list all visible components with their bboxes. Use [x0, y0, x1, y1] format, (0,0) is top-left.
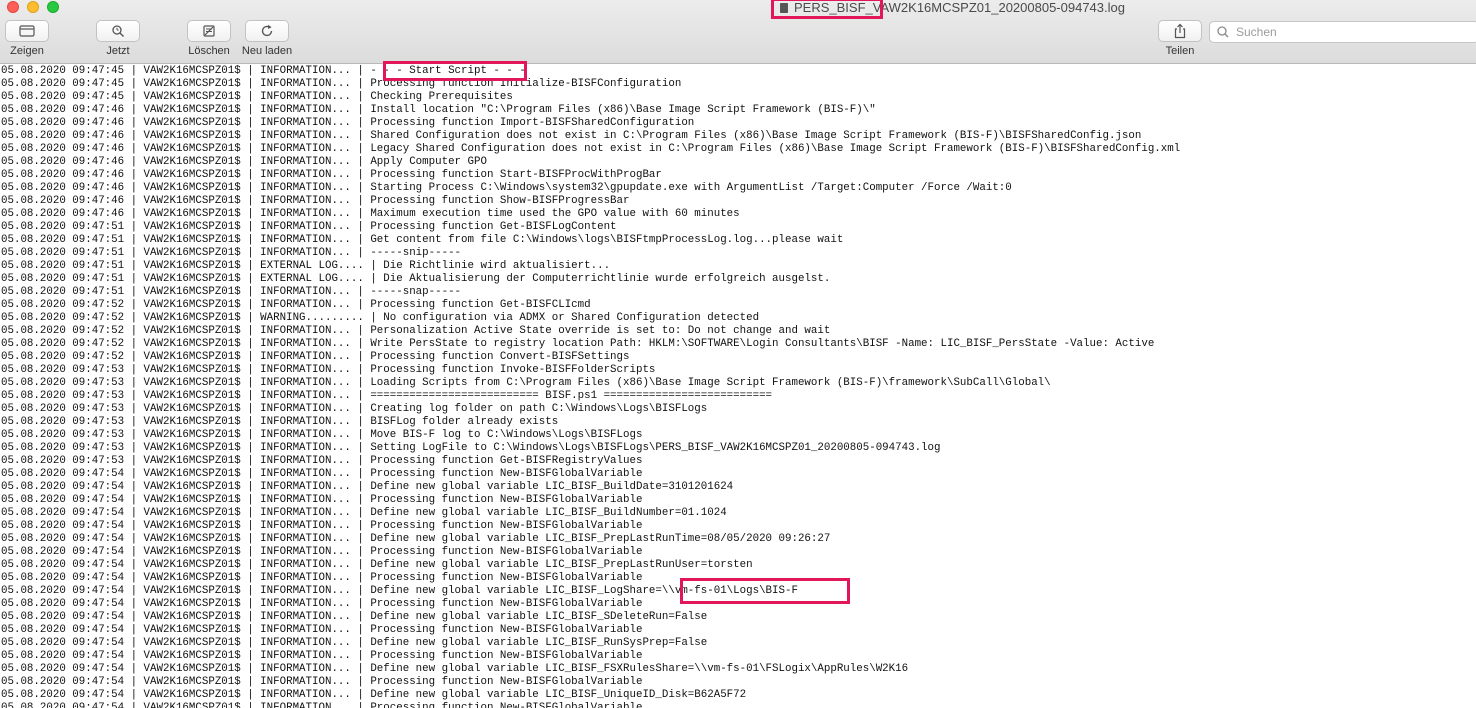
log-line: 05.08.2020 09:47:54 | VAW2K16MCSPZ01$ | …: [1, 611, 708, 623]
log-line: 05.08.2020 09:47:54 | VAW2K16MCSPZ01$ | …: [1, 689, 747, 701]
log-line: 05.08.2020 09:47:46 | VAW2K16MCSPZ01$ | …: [1, 143, 1181, 155]
log-line: 05.08.2020 09:47:46 | VAW2K16MCSPZ01$ | …: [1, 208, 740, 220]
now-button[interactable]: [96, 20, 140, 42]
close-window-icon[interactable]: [7, 1, 19, 13]
reload-label: Neu laden: [241, 45, 293, 57]
log-line: 05.08.2020 09:47:54 | VAW2K16MCSPZ01$ | …: [1, 598, 643, 610]
log-line: 05.08.2020 09:47:51 | VAW2K16MCSPZ01$ | …: [1, 260, 611, 272]
log-line: 05.08.2020 09:47:46 | VAW2K16MCSPZ01$ | …: [1, 130, 1142, 142]
sidebar-icon: [19, 25, 35, 37]
log-line: 05.08.2020 09:47:51 | VAW2K16MCSPZ01$ | …: [1, 286, 462, 298]
clear-log-icon: [203, 25, 215, 37]
log-line: 05.08.2020 09:47:54 | VAW2K16MCSPZ01$ | …: [1, 663, 909, 675]
show-button[interactable]: [5, 20, 49, 42]
minimize-window-icon[interactable]: [27, 1, 39, 13]
log-line: 05.08.2020 09:47:53 | VAW2K16MCSPZ01$ | …: [1, 403, 708, 415]
log-line: 05.08.2020 09:47:52 | VAW2K16MCSPZ01$ | …: [1, 312, 760, 324]
log-line: 05.08.2020 09:47:46 | VAW2K16MCSPZ01$ | …: [1, 195, 630, 207]
log-line: 05.08.2020 09:47:51 | VAW2K16MCSPZ01$ | …: [1, 247, 462, 259]
reload-icon: [261, 24, 273, 37]
zoom-window-icon[interactable]: [47, 1, 59, 13]
log-line: 05.08.2020 09:47:46 | VAW2K16MCSPZ01$ | …: [1, 156, 487, 168]
log-line: 05.08.2020 09:47:52 | VAW2K16MCSPZ01$ | …: [1, 299, 591, 311]
log-line: 05.08.2020 09:47:45 | VAW2K16MCSPZ01$ | …: [1, 78, 682, 90]
log-line: 05.08.2020 09:47:52 | VAW2K16MCSPZ01$ | …: [1, 325, 831, 337]
log-line: 05.08.2020 09:47:46 | VAW2K16MCSPZ01$ | …: [1, 182, 1012, 194]
clear-button[interactable]: [187, 20, 231, 42]
window-title-text: PERS_BISF_VAW2K16MCSPZ01_20200805-094743…: [794, 0, 1125, 15]
document-icon: [780, 3, 788, 13]
log-line: 05.08.2020 09:47:54 | VAW2K16MCSPZ01$ | …: [1, 481, 734, 493]
log-line: 05.08.2020 09:47:46 | VAW2K16MCSPZ01$ | …: [1, 169, 662, 181]
log-line: 05.08.2020 09:47:54 | VAW2K16MCSPZ01$ | …: [1, 702, 643, 708]
log-line: 05.08.2020 09:47:54 | VAW2K16MCSPZ01$ | …: [1, 676, 643, 688]
log-line: 05.08.2020 09:47:51 | VAW2K16MCSPZ01$ | …: [1, 234, 844, 246]
log-line: 05.08.2020 09:47:53 | VAW2K16MCSPZ01$ | …: [1, 442, 941, 454]
log-line: 05.08.2020 09:47:45 | VAW2K16MCSPZ01$ | …: [1, 65, 526, 77]
log-line: 05.08.2020 09:47:46 | VAW2K16MCSPZ01$ | …: [1, 104, 876, 116]
search-icon: [1217, 26, 1229, 38]
log-line: 05.08.2020 09:47:52 | VAW2K16MCSPZ01$ | …: [1, 338, 1155, 350]
log-line: 05.08.2020 09:47:53 | VAW2K16MCSPZ01$ | …: [1, 377, 1051, 389]
share-button[interactable]: [1158, 20, 1202, 42]
log-line: 05.08.2020 09:47:53 | VAW2K16MCSPZ01$ | …: [1, 455, 643, 467]
log-line: 05.08.2020 09:47:53 | VAW2K16MCSPZ01$ | …: [1, 429, 643, 441]
log-line: 05.08.2020 09:47:54 | VAW2K16MCSPZ01$ | …: [1, 507, 727, 519]
show-label: Zeigen: [10, 45, 44, 57]
window-titlebar: PERS_BISF_VAW2K16MCSPZ01_20200805-094743…: [0, 0, 1476, 64]
log-line: 05.08.2020 09:47:54 | VAW2K16MCSPZ01$ | …: [1, 533, 831, 545]
clear-label: Löschen: [188, 45, 230, 57]
share-icon: [1174, 23, 1186, 39]
log-line: 05.08.2020 09:47:54 | VAW2K16MCSPZ01$ | …: [1, 559, 753, 571]
reload-button[interactable]: [245, 20, 289, 42]
log-line: 05.08.2020 09:47:54 | VAW2K16MCSPZ01$ | …: [1, 585, 798, 597]
log-line: 05.08.2020 09:47:45 | VAW2K16MCSPZ01$ | …: [1, 91, 513, 103]
log-line: 05.08.2020 09:47:54 | VAW2K16MCSPZ01$ | …: [1, 468, 643, 480]
log-line: 05.08.2020 09:47:54 | VAW2K16MCSPZ01$ | …: [1, 624, 643, 636]
log-line: 05.08.2020 09:47:51 | VAW2K16MCSPZ01$ | …: [1, 221, 617, 233]
search-now-icon: [112, 25, 124, 37]
now-label: Jetzt: [106, 45, 130, 57]
log-line: 05.08.2020 09:47:54 | VAW2K16MCSPZ01$ | …: [1, 494, 643, 506]
log-content[interactable]: 05.08.2020 09:47:45 | VAW2K16MCSPZ01$ | …: [0, 65, 1476, 708]
log-line: 05.08.2020 09:47:53 | VAW2K16MCSPZ01$ | …: [1, 390, 773, 402]
log-line: 05.08.2020 09:47:51 | VAW2K16MCSPZ01$ | …: [1, 273, 831, 285]
log-line: 05.08.2020 09:47:53 | VAW2K16MCSPZ01$ | …: [1, 416, 559, 428]
log-line: 05.08.2020 09:47:52 | VAW2K16MCSPZ01$ | …: [1, 351, 630, 363]
log-line: 05.08.2020 09:47:54 | VAW2K16MCSPZ01$ | …: [1, 572, 643, 584]
log-line: 05.08.2020 09:47:46 | VAW2K16MCSPZ01$ | …: [1, 117, 695, 129]
search-field[interactable]: [1209, 21, 1476, 43]
log-line: 05.08.2020 09:47:54 | VAW2K16MCSPZ01$ | …: [1, 637, 708, 649]
log-line: 05.08.2020 09:47:54 | VAW2K16MCSPZ01$ | …: [1, 520, 643, 532]
log-line: 05.08.2020 09:47:53 | VAW2K16MCSPZ01$ | …: [1, 364, 656, 376]
share-label: Teilen: [1165, 45, 1195, 57]
search-input[interactable]: [1232, 25, 1472, 39]
window-title: PERS_BISF_VAW2K16MCSPZ01_20200805-094743…: [780, 0, 1125, 16]
log-line: 05.08.2020 09:47:54 | VAW2K16MCSPZ01$ | …: [1, 546, 643, 558]
log-line: 05.08.2020 09:47:54 | VAW2K16MCSPZ01$ | …: [1, 650, 643, 662]
